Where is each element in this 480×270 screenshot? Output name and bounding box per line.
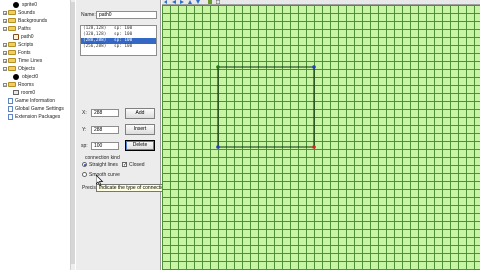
folder-icon <box>8 66 16 71</box>
tree-item-label: object0 <box>22 73 39 80</box>
expand-toggle-icon[interactable]: + <box>3 10 7 15</box>
expand-toggle-icon[interactable]: − <box>3 82 7 87</box>
folder-icon <box>8 10 16 15</box>
tree-item-label: Objects <box>18 65 35 72</box>
tree-item-label: Scripts <box>18 41 34 48</box>
tree-item-scripts[interactable]: + Scripts <box>3 41 33 48</box>
path-properties-panel: Name: path0 (128,128) sp: 100 (320,128) s… <box>76 0 161 270</box>
tree-item-fonts[interactable]: + Fonts <box>3 49 31 56</box>
snap-icon[interactable] <box>208 0 212 4</box>
point-list-item[interactable]: (256,288) sp: 100 <box>81 44 156 50</box>
doc-icon <box>8 113 13 120</box>
tree-item-sprite0[interactable]: sprite0 <box>13 1 37 8</box>
delete-button[interactable]: Delete <box>125 140 155 151</box>
check-icon: ✓ <box>123 162 128 168</box>
y-label: Y: <box>82 127 87 133</box>
speed-field[interactable]: 100 <box>91 142 119 150</box>
shift-left-icon[interactable] <box>172 0 176 4</box>
doc-icon <box>8 105 13 112</box>
grid-icon[interactable] <box>216 0 220 4</box>
tree-item-time-lines[interactable]: + Time Lines <box>3 57 42 64</box>
tree-item-global-game-settings[interactable]: Global Game Settings <box>8 105 64 112</box>
tree-item-game-information[interactable]: Game Information <box>8 97 55 104</box>
expand-toggle-icon[interactable]: + <box>3 50 7 55</box>
tree-item-label: Time Lines <box>18 57 43 64</box>
tree-item-paths[interactable]: − Paths <box>3 25 31 32</box>
tree-item-label: Extension Packages <box>15 113 61 120</box>
tree-item-sounds[interactable]: + Sounds <box>3 9 35 16</box>
folder-icon <box>8 82 16 87</box>
path-drawing <box>216 65 316 149</box>
mouse-cursor-icon <box>96 175 104 186</box>
tree-item-label: Paths <box>18 25 31 32</box>
shift-right-icon[interactable] <box>180 0 184 4</box>
tree-item-extension-packages[interactable]: Extension Packages <box>8 113 60 120</box>
tree-item-rooms[interactable]: − Rooms <box>3 81 34 88</box>
tree-item-backgrounds[interactable]: + Backgrounds <box>3 17 47 24</box>
room-icon <box>13 90 19 95</box>
add-button[interactable]: Add <box>125 108 155 119</box>
tree-scrollbar[interactable] <box>70 0 75 270</box>
resource-tree[interactable]: sprite0 + Sounds + Backgrounds − Paths path0 + Sc… <box>0 0 75 270</box>
tree-item-label: Global Game Settings <box>15 105 64 112</box>
folder-icon <box>8 18 16 23</box>
folder-icon <box>8 26 16 31</box>
tree-item-object0[interactable]: object0 <box>13 73 38 80</box>
folder-icon <box>8 50 16 55</box>
expand-toggle-icon[interactable]: + <box>3 18 7 23</box>
tree-scrollbar-thumb[interactable] <box>71 2 75 264</box>
expand-toggle-icon[interactable]: + <box>3 42 7 47</box>
tree-item-path0[interactable]: path0 <box>13 33 34 40</box>
x-field[interactable]: 288 <box>91 109 119 117</box>
speed-label: sp: <box>81 143 88 149</box>
point-list[interactable]: (128,128) sp: 100 (320,128) sp: 100 (288,2… <box>80 25 157 56</box>
precision-label: Precis <box>82 185 96 191</box>
connection-kind-label: connection kind <box>85 155 120 161</box>
folder-icon <box>8 42 16 47</box>
closed-checkbox[interactable]: ✓ <box>122 162 128 168</box>
sprite-icon <box>13 73 19 80</box>
path-point[interactable] <box>312 145 316 149</box>
doc-icon <box>8 97 13 104</box>
name-field[interactable]: path0 <box>96 11 157 19</box>
name-label: Name: <box>81 12 96 18</box>
y-field[interactable]: 288 <box>91 126 119 134</box>
sprite-icon <box>13 1 19 8</box>
path-icon <box>13 33 19 40</box>
straight-lines-radio[interactable] <box>82 162 87 167</box>
straight-lines-label: Straight lines <box>89 162 118 168</box>
shift-up-icon[interactable] <box>188 0 192 4</box>
folder-icon <box>8 58 16 63</box>
x-label: X: <box>82 110 87 116</box>
tree-item-label: path0 <box>21 33 34 40</box>
tree-item-label: Rooms <box>18 81 34 88</box>
tree-item-label: Sounds <box>18 9 35 16</box>
tree-item-label: sprite0 <box>22 1 38 8</box>
tree-item-room0[interactable]: room0 <box>13 89 35 96</box>
expand-toggle-icon[interactable]: − <box>3 66 7 71</box>
shift-down-icon[interactable] <box>196 0 200 4</box>
path-point[interactable] <box>312 65 316 69</box>
smooth-curve-radio[interactable] <box>82 172 87 177</box>
tree-item-label: Game Information <box>15 97 56 104</box>
path-point[interactable] <box>216 145 220 149</box>
closed-label: Closed <box>129 162 145 168</box>
tree-item-label: Fonts <box>18 49 31 56</box>
tree-item-label: room0 <box>21 89 36 96</box>
undo-icon[interactable] <box>164 0 168 4</box>
tree-item-label: Backgrounds <box>18 17 48 24</box>
path-point[interactable] <box>216 65 220 69</box>
tree-item-objects[interactable]: − Objects <box>3 65 35 72</box>
expand-toggle-icon[interactable]: + <box>3 58 7 63</box>
insert-button[interactable]: Insert <box>125 124 155 135</box>
expand-toggle-icon[interactable]: − <box>3 26 7 31</box>
smooth-curve-label: Smooth curve <box>89 172 120 178</box>
